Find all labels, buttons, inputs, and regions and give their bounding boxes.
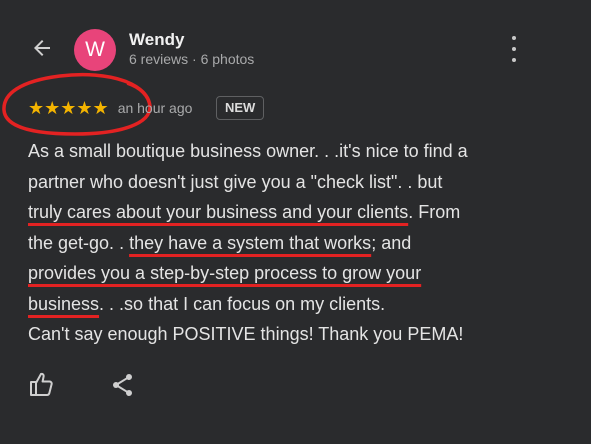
review-line: the get-go. . they have a system that wo… <box>28 232 412 253</box>
review-line: partner who doesn't just give you a "che… <box>28 171 443 192</box>
thumbs-up-icon[interactable] <box>28 370 54 398</box>
rating-row: ★★★★★ an hour ago <box>28 96 192 120</box>
review-line: As a small boutique business owner. . .i… <box>28 141 468 161</box>
star-rating: ★★★★★ <box>28 97 109 119</box>
underlined-phrase: provides you a step-by-step process to g… <box>28 263 422 283</box>
share-icon[interactable] <box>110 372 136 398</box>
review-time: an hour ago <box>117 100 193 116</box>
underlined-phrase: they have a system that works <box>129 232 372 253</box>
new-badge: NEW <box>216 96 265 120</box>
review-line: truly cares about your business and your… <box>28 202 461 222</box>
review-text: As a small boutique business owner. . .i… <box>28 136 568 350</box>
review-line: Can't say enough POSITIVE things! Thank … <box>28 324 464 344</box>
review-line: provides you a step-by-step process to g… <box>28 258 568 289</box>
underlined-phrase: business <box>28 293 100 314</box>
underlined-phrase: truly cares about your business and your… <box>28 202 409 222</box>
review-line: business. . .so that I can focus on my c… <box>28 293 386 314</box>
